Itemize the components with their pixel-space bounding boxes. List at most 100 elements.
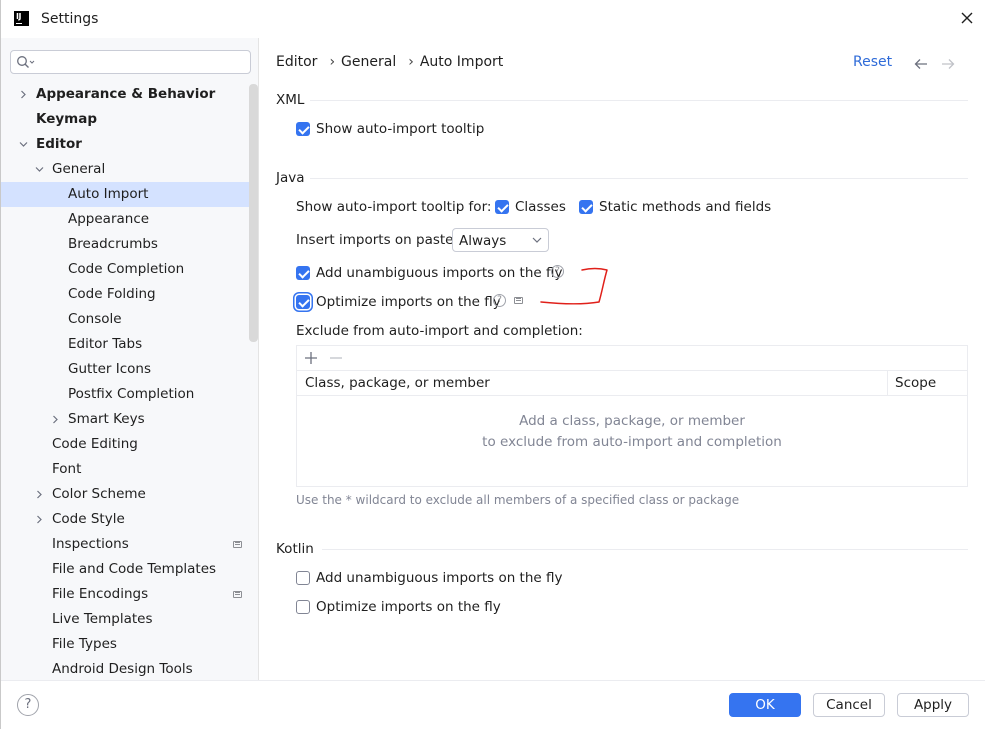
sidebar-item[interactable]: Code Completion <box>1 257 258 282</box>
sidebar-item-label: Code Editing <box>52 436 138 452</box>
column-header-class[interactable]: Class, package, or member <box>305 375 490 391</box>
modified-indicator-icon <box>233 591 242 598</box>
chevron-down-icon[interactable] <box>35 165 44 174</box>
classes-label: Classes <box>515 199 566 215</box>
sidebar-item-label: Breadcrumbs <box>68 236 158 252</box>
modified-indicator-icon <box>514 297 523 304</box>
sidebar-item-label: Console <box>68 311 122 327</box>
sidebar-item-label: Android Design Tools <box>52 661 193 677</box>
sidebar-item[interactable]: Breadcrumbs <box>1 232 258 257</box>
title-bar: IJ Settings <box>1 0 985 38</box>
settings-window: IJ Settings Appearance & Behavior Keymap E… <box>0 0 985 729</box>
sidebar-scrollbar[interactable] <box>249 84 258 342</box>
exclude-toolbar <box>297 346 967 370</box>
arrow-right-icon[interactable] <box>941 58 955 70</box>
sidebar-item[interactable]: Appearance & Behavior <box>1 82 258 107</box>
insert-imports-select[interactable]: Always <box>452 228 549 252</box>
cancel-button[interactable]: Cancel <box>813 693 885 717</box>
sidebar-item[interactable]: Editor <box>1 132 258 157</box>
insert-imports-value: Always <box>459 233 507 249</box>
chevron-right-icon: › <box>408 54 414 70</box>
sidebar-item-label: Auto Import <box>68 186 149 202</box>
chevron-down-icon[interactable] <box>19 140 28 149</box>
sidebar-item[interactable]: Postfix Completion <box>1 382 258 407</box>
sidebar-item[interactable]: Keymap <box>1 107 258 132</box>
chevron-right-icon[interactable] <box>19 90 28 99</box>
reset-link[interactable]: Reset <box>853 54 892 70</box>
column-divider[interactable] <box>887 371 888 396</box>
sidebar-item-label: Appearance & Behavior <box>36 86 216 102</box>
remove-icon[interactable] <box>329 351 343 365</box>
chevron-down-icon <box>532 237 542 243</box>
sidebar-item[interactable]: Gutter Icons <box>1 357 258 382</box>
sidebar-item-label: File and Code Templates <box>52 561 217 577</box>
sidebar-item[interactable]: Code Editing <box>1 432 258 457</box>
chevron-right-icon[interactable] <box>51 415 60 424</box>
help-button[interactable]: ? <box>17 694 39 716</box>
exclude-label: Exclude from auto-import and completion: <box>296 323 583 339</box>
ok-button[interactable]: OK <box>729 693 801 717</box>
apply-button[interactable]: Apply <box>897 693 969 717</box>
sidebar-item-label: Editor <box>36 136 82 152</box>
static-methods-checkbox[interactable] <box>579 200 593 214</box>
sidebar-item[interactable]: Smart Keys <box>1 407 258 432</box>
add-icon[interactable] <box>304 351 318 365</box>
sidebar-item-label: Code Completion <box>68 261 185 277</box>
sidebar-item[interactable]: File Types <box>1 632 258 657</box>
empty-state-line: Add a class, package, or member <box>519 413 745 429</box>
section-title-java: Java <box>276 170 305 186</box>
sidebar-item[interactable]: File Encodings <box>1 582 258 607</box>
sidebar-item[interactable]: Auto Import <box>1 182 258 207</box>
sidebar-item-label: Editor Tabs <box>68 336 143 352</box>
sidebar-item[interactable]: Inspections <box>1 532 258 557</box>
window-title: Settings <box>41 11 99 27</box>
sidebar-item-label: Live Templates <box>52 611 153 627</box>
java-add-unambiguous-checkbox[interactable] <box>296 266 310 280</box>
column-header-scope[interactable]: Scope <box>895 375 936 391</box>
sidebar-item[interactable]: Code Style <box>1 507 258 532</box>
java-optimize-imports-checkbox[interactable] <box>296 295 310 309</box>
settings-content: Editor › General › Auto Import Reset XML Sho… <box>260 38 985 680</box>
sidebar-item[interactable]: Android Design Tools <box>1 657 258 680</box>
section-title-kotlin: Kotlin <box>276 541 314 557</box>
sidebar-item[interactable]: Console <box>1 307 258 332</box>
arrow-left-icon[interactable] <box>914 58 928 70</box>
sidebar-item[interactable]: Font <box>1 457 258 482</box>
insert-imports-label: Insert imports on paste: <box>296 232 459 248</box>
settings-sidebar: Appearance & Behavior Keymap Editor General… <box>1 38 259 680</box>
sidebar-item-label: Color Scheme <box>52 486 146 502</box>
kotlin-optimize-imports-checkbox[interactable] <box>296 600 310 614</box>
java-optimize-imports-label: Optimize imports on the fly <box>316 294 501 310</box>
sidebar-item[interactable]: Live Templates <box>1 607 258 632</box>
sidebar-item-label: Code Style <box>52 511 125 527</box>
java-add-unambiguous-label: Add unambiguous imports on the fly <box>316 265 563 281</box>
breadcrumb: Editor › General › Auto Import <box>276 54 509 70</box>
sidebar-item[interactable]: File and Code Templates <box>1 557 258 582</box>
xml-show-tooltip-checkbox[interactable] <box>296 122 310 136</box>
sidebar-item[interactable]: Appearance <box>1 207 258 232</box>
close-icon[interactable] <box>959 10 975 26</box>
wildcard-hint: Use the * wildcard to exclude all member… <box>296 493 740 507</box>
sidebar-item-label: Smart Keys <box>68 411 145 427</box>
classes-checkbox[interactable] <box>495 200 509 214</box>
sidebar-item-label: Keymap <box>36 111 98 127</box>
exclude-table-header: Class, package, or member Scope <box>297 370 967 396</box>
sidebar-item[interactable]: General <box>1 157 258 182</box>
modified-indicator-icon <box>233 541 242 548</box>
sidebar-item[interactable]: Color Scheme <box>1 482 258 507</box>
settings-search-input[interactable] <box>10 50 251 74</box>
breadcrumb-item: Auto Import <box>419 54 504 70</box>
sidebar-item-label: Inspections <box>52 536 129 552</box>
search-icon <box>17 56 35 68</box>
chevron-right-icon[interactable] <box>35 515 44 524</box>
chevron-right-icon[interactable] <box>35 490 44 499</box>
breadcrumb-item: General <box>341 54 397 70</box>
sidebar-item[interactable]: Editor Tabs <box>1 332 258 357</box>
sidebar-item[interactable]: Code Folding <box>1 282 258 307</box>
sidebar-item-label: General <box>52 161 106 177</box>
kotlin-add-unambiguous-checkbox[interactable] <box>296 571 310 585</box>
kotlin-add-unambiguous-label: Add unambiguous imports on the fly <box>316 570 563 586</box>
help-icon[interactable]: ? <box>551 265 564 278</box>
help-icon[interactable]: ? <box>493 294 506 307</box>
sidebar-item-label: File Encodings <box>52 586 149 602</box>
